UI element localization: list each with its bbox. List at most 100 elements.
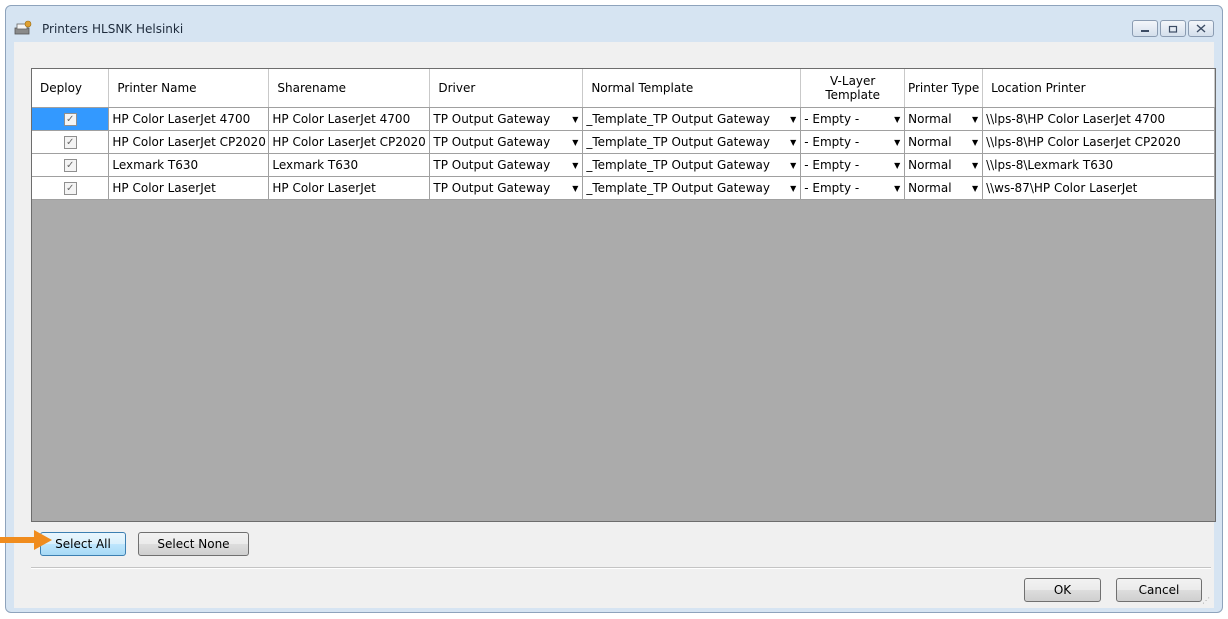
- normal-template-combo-value: _Template_TP Output Gateway: [586, 112, 770, 126]
- vlayer-template-combo[interactable]: - Empty - ▼: [800, 130, 906, 154]
- normal-template-combo[interactable]: _Template_TP Output Gateway ▼: [582, 176, 802, 200]
- dropdown-arrow-icon[interactable]: ▼: [968, 161, 982, 170]
- sharename-cell[interactable]: HP Color LaserJet CP2020: [268, 130, 431, 154]
- normal-template-combo[interactable]: _Template_TP Output Gateway ▼: [582, 130, 802, 154]
- dropdown-arrow-icon[interactable]: ▼: [890, 138, 904, 147]
- select-all-button[interactable]: Select All: [40, 532, 126, 556]
- dropdown-arrow-icon[interactable]: ▼: [786, 184, 800, 193]
- column-header-vlayer-template[interactable]: V-Layer Template: [800, 69, 906, 108]
- close-button[interactable]: [1188, 20, 1214, 37]
- deploy-cell[interactable]: ✓: [32, 107, 110, 131]
- table-row[interactable]: ✓ HP Color LaserJet CP2020 HP Color LaserJ…: [32, 130, 1215, 154]
- deploy-checkbox[interactable]: ✓: [63, 113, 77, 126]
- dialog-client-area: Deploy Printer Name Sharename Driver Nor…: [14, 42, 1216, 608]
- dropdown-arrow-icon[interactable]: ▼: [786, 161, 800, 170]
- ok-button[interactable]: OK: [1024, 578, 1101, 602]
- resize-grip-icon[interactable]: ⋰: [1202, 596, 1212, 606]
- cancel-button[interactable]: Cancel: [1116, 578, 1202, 602]
- location-printer-cell[interactable]: \\lps-8\HP Color LaserJet 4700: [982, 107, 1215, 131]
- printer-name-cell[interactable]: Lexmark T630: [108, 153, 270, 177]
- dropdown-arrow-icon[interactable]: ▼: [786, 138, 800, 147]
- restore-icon: [1168, 25, 1178, 33]
- printers-dialog: Printers HLSNK Helsinki Deploy Printer N…: [5, 5, 1223, 613]
- dropdown-arrow-icon[interactable]: ▼: [968, 184, 982, 193]
- normal-template-combo-value: _Template_TP Output Gateway: [586, 158, 770, 172]
- printers-table: Deploy Printer Name Sharename Driver Nor…: [32, 69, 1215, 200]
- table-row[interactable]: ✓ HP Color LaserJet 4700 HP Color LaserJet…: [32, 107, 1215, 131]
- printer-type-combo[interactable]: Normal ▼: [904, 153, 984, 177]
- printer-name-cell[interactable]: HP Color LaserJet 4700: [108, 107, 270, 131]
- driver-combo[interactable]: TP Output Gateway ▼: [429, 130, 584, 154]
- printer-type-combo-value: Normal: [908, 181, 952, 195]
- location-printer-cell[interactable]: \\ws-87\HP Color LaserJet: [982, 176, 1215, 200]
- printer-name-cell[interactable]: HP Color LaserJet CP2020: [108, 130, 270, 154]
- annotation-arrow-icon: [0, 530, 52, 550]
- vlayer-template-combo-value: - Empty -: [804, 181, 860, 195]
- printer-type-combo[interactable]: Normal ▼: [904, 130, 984, 154]
- printer-type-combo[interactable]: Normal ▼: [904, 176, 984, 200]
- printer-name-cell[interactable]: HP Color LaserJet: [108, 176, 270, 200]
- dropdown-arrow-icon[interactable]: ▼: [568, 161, 582, 170]
- divider: [31, 567, 1211, 569]
- vlayer-template-combo[interactable]: - Empty - ▼: [800, 153, 906, 177]
- deploy-cell[interactable]: ✓: [32, 176, 110, 200]
- column-header-printer-type[interactable]: Printer Type: [904, 69, 984, 108]
- printer-type-combo-value: Normal: [908, 112, 952, 126]
- driver-combo[interactable]: TP Output Gateway ▼: [429, 153, 584, 177]
- column-header-driver[interactable]: Driver: [429, 69, 584, 108]
- deploy-cell[interactable]: ✓: [32, 153, 110, 177]
- deploy-checkbox[interactable]: ✓: [63, 182, 77, 195]
- deploy-checkbox[interactable]: ✓: [63, 159, 77, 172]
- minimize-button[interactable]: [1132, 20, 1158, 37]
- vlayer-template-combo[interactable]: - Empty - ▼: [800, 107, 906, 131]
- driver-combo[interactable]: TP Output Gateway ▼: [429, 107, 584, 131]
- dropdown-arrow-icon[interactable]: ▼: [786, 115, 800, 124]
- printer-icon: [14, 20, 32, 35]
- sharename-cell[interactable]: HP Color LaserJet: [268, 176, 431, 200]
- column-header-printer-name[interactable]: Printer Name: [108, 69, 270, 108]
- title-bar[interactable]: Printers HLSNK Helsinki: [6, 6, 1222, 42]
- column-header-sharename[interactable]: Sharename: [268, 69, 431, 108]
- column-header-normal-template[interactable]: Normal Template: [582, 69, 802, 108]
- driver-combo-value: TP Output Gateway: [433, 112, 551, 126]
- close-icon: [1196, 24, 1206, 33]
- dropdown-arrow-icon[interactable]: ▼: [890, 184, 904, 193]
- dropdown-arrow-icon[interactable]: ▼: [968, 138, 982, 147]
- normal-template-combo[interactable]: _Template_TP Output Gateway ▼: [582, 153, 802, 177]
- header-row: Deploy Printer Name Sharename Driver Nor…: [32, 69, 1215, 108]
- location-printer-cell[interactable]: \\lps-8\Lexmark T630: [982, 153, 1215, 177]
- driver-combo-value: TP Output Gateway: [433, 181, 551, 195]
- select-none-button[interactable]: Select None: [138, 532, 249, 556]
- dropdown-arrow-icon[interactable]: ▼: [890, 161, 904, 170]
- location-printer-cell[interactable]: \\lps-8\HP Color LaserJet CP2020: [982, 130, 1215, 154]
- dropdown-arrow-icon[interactable]: ▼: [568, 115, 582, 124]
- deploy-cell[interactable]: ✓: [32, 130, 110, 154]
- vlayer-template-combo-value: - Empty -: [804, 112, 860, 126]
- deploy-checkbox[interactable]: ✓: [63, 136, 77, 149]
- grid-body: ✓ HP Color LaserJet 4700 HP Color LaserJet…: [32, 107, 1215, 200]
- printer-type-combo[interactable]: Normal ▼: [904, 107, 984, 131]
- restore-button[interactable]: [1160, 20, 1186, 37]
- driver-combo[interactable]: TP Output Gateway ▼: [429, 176, 584, 200]
- printer-type-combo-value: Normal: [908, 158, 952, 172]
- table-row[interactable]: ✓ HP Color LaserJet HP Color LaserJet TP Ou…: [32, 176, 1215, 200]
- printers-grid[interactable]: Deploy Printer Name Sharename Driver Nor…: [31, 68, 1216, 522]
- printer-type-combo-value: Normal: [908, 135, 952, 149]
- column-header-deploy[interactable]: Deploy: [32, 69, 110, 108]
- dropdown-arrow-icon[interactable]: ▼: [890, 115, 904, 124]
- normal-template-combo-value: _Template_TP Output Gateway: [586, 135, 770, 149]
- window-title: Printers HLSNK Helsinki: [42, 22, 184, 36]
- dropdown-arrow-icon[interactable]: ▼: [568, 184, 582, 193]
- table-row[interactable]: ✓ Lexmark T630 Lexmark T630 TP Output Gatew…: [32, 153, 1215, 177]
- column-header-location-printer[interactable]: Location Printer: [982, 69, 1215, 108]
- dropdown-arrow-icon[interactable]: ▼: [968, 115, 982, 124]
- dropdown-arrow-icon[interactable]: ▼: [568, 138, 582, 147]
- normal-template-combo[interactable]: _Template_TP Output Gateway ▼: [582, 107, 802, 131]
- vlayer-template-combo[interactable]: - Empty - ▼: [800, 176, 906, 200]
- minimize-icon: [1141, 29, 1149, 32]
- driver-combo-value: TP Output Gateway: [433, 158, 551, 172]
- sharename-cell[interactable]: HP Color LaserJet 4700: [268, 107, 431, 131]
- vlayer-template-combo-value: - Empty -: [804, 158, 860, 172]
- vlayer-template-combo-value: - Empty -: [804, 135, 860, 149]
- sharename-cell[interactable]: Lexmark T630: [268, 153, 431, 177]
